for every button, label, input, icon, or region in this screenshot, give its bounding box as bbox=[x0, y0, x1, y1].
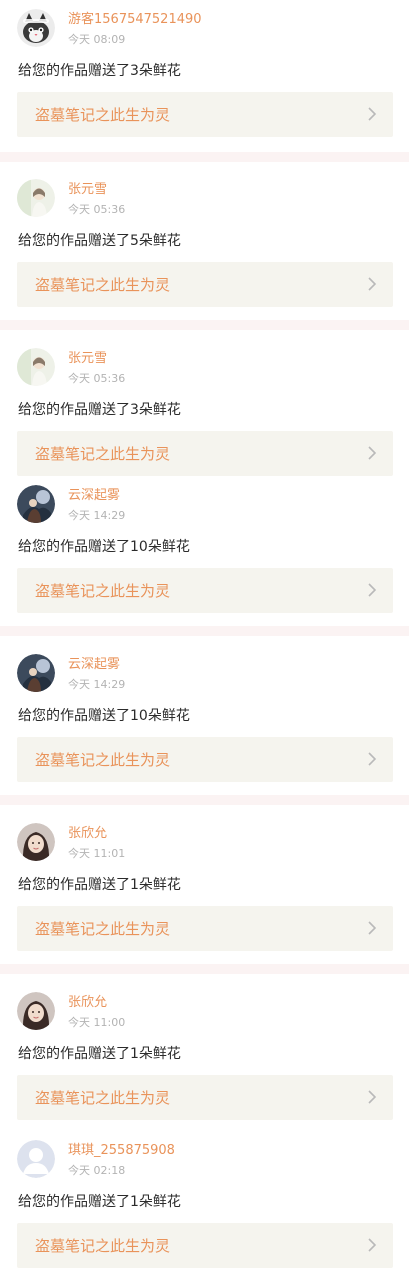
work-link-button[interactable]: 盗墓笔记之此生为灵 bbox=[17, 262, 393, 307]
username[interactable]: 云深起雾 bbox=[68, 488, 120, 504]
notification-item: 琪琪_255875908 今天 02:18 给您的作品赠送了1朵鲜花 盗墓笔记之… bbox=[0, 1131, 409, 1280]
work-link-button[interactable]: 盗墓笔记之此生为灵 bbox=[17, 568, 393, 613]
timestamp: 今天 02:18 bbox=[68, 1164, 126, 1177]
notification-item: 张元雪 今天 05:36 给您的作品赠送了5朵鲜花 盗墓笔记之此生为灵 bbox=[0, 170, 409, 320]
chevron-right-icon bbox=[367, 276, 377, 292]
work-title: 盗墓笔记之此生为灵 bbox=[35, 1089, 171, 1107]
username[interactable]: 张元雪 bbox=[68, 351, 107, 367]
gift-message: 给您的作品赠送了5朵鲜花 bbox=[18, 233, 181, 249]
gift-message: 给您的作品赠送了1朵鲜花 bbox=[18, 1046, 181, 1062]
notification-item: 张元雪 今天 05:36 给您的作品赠送了3朵鲜花 盗墓笔记之此生为灵 bbox=[0, 339, 409, 477]
notification-item: 张欣允 今天 11:00 给您的作品赠送了1朵鲜花 盗墓笔记之此生为灵 bbox=[0, 983, 409, 1123]
work-title: 盗墓笔记之此生为灵 bbox=[35, 920, 171, 938]
notification-item: 云深起雾 今天 14:29 给您的作品赠送了10朵鲜花 盗墓笔记之此生为灵 bbox=[0, 645, 409, 795]
work-link-button[interactable]: 盗墓笔记之此生为灵 bbox=[17, 92, 393, 137]
user-avatar-illustration[interactable] bbox=[17, 485, 55, 523]
username[interactable]: 云深起雾 bbox=[68, 657, 120, 673]
username[interactable]: 游客1567547521490 bbox=[68, 12, 202, 28]
work-link-button[interactable]: 盗墓笔记之此生为灵 bbox=[17, 1223, 393, 1268]
chevron-right-icon bbox=[367, 582, 377, 598]
work-title: 盗墓笔记之此生为灵 bbox=[35, 582, 171, 600]
chevron-right-icon bbox=[367, 920, 377, 936]
timestamp: 今天 11:01 bbox=[68, 847, 126, 860]
section-divider bbox=[0, 964, 409, 974]
user-avatar-girl[interactable] bbox=[17, 992, 55, 1030]
username[interactable]: 张欣允 bbox=[68, 826, 107, 842]
work-title: 盗墓笔记之此生为灵 bbox=[35, 445, 171, 463]
chevron-right-icon bbox=[367, 1237, 377, 1253]
gift-message: 给您的作品赠送了3朵鲜花 bbox=[18, 63, 181, 79]
section-divider bbox=[0, 320, 409, 330]
timestamp: 今天 14:29 bbox=[68, 678, 126, 691]
username[interactable]: 琪琪_255875908 bbox=[68, 1143, 175, 1159]
user-avatar-illustration[interactable] bbox=[17, 654, 55, 692]
gift-message: 给您的作品赠送了1朵鲜花 bbox=[18, 877, 181, 893]
user-avatar-cat[interactable] bbox=[17, 9, 55, 47]
gift-notification-feed: 游客1567547521490 今天 08:09 给您的作品赠送了3朵鲜花 盗墓… bbox=[0, 0, 409, 1280]
timestamp: 今天 05:36 bbox=[68, 203, 126, 216]
work-title: 盗墓笔记之此生为灵 bbox=[35, 751, 171, 769]
gift-message: 给您的作品赠送了10朵鲜花 bbox=[18, 708, 190, 724]
notification-item: 游客1567547521490 今天 08:09 给您的作品赠送了3朵鲜花 盗墓… bbox=[0, 0, 409, 152]
username[interactable]: 张欣允 bbox=[68, 995, 107, 1011]
timestamp: 今天 11:00 bbox=[68, 1016, 126, 1029]
default-user-icon[interactable] bbox=[17, 1140, 55, 1178]
chevron-right-icon bbox=[367, 106, 377, 122]
work-title: 盗墓笔记之此生为灵 bbox=[35, 106, 171, 124]
username[interactable]: 张元雪 bbox=[68, 182, 107, 198]
user-avatar-portrait[interactable] bbox=[17, 179, 55, 217]
work-link-button[interactable]: 盗墓笔记之此生为灵 bbox=[17, 737, 393, 782]
work-title: 盗墓笔记之此生为灵 bbox=[35, 276, 171, 294]
chevron-right-icon bbox=[367, 1089, 377, 1105]
section-divider bbox=[0, 795, 409, 805]
chevron-right-icon bbox=[367, 751, 377, 767]
gift-message: 给您的作品赠送了3朵鲜花 bbox=[18, 402, 181, 418]
gift-message: 给您的作品赠送了1朵鲜花 bbox=[18, 1194, 181, 1210]
work-link-button[interactable]: 盗墓笔记之此生为灵 bbox=[17, 1075, 393, 1120]
timestamp: 今天 14:29 bbox=[68, 509, 126, 522]
user-avatar-girl[interactable] bbox=[17, 823, 55, 861]
work-title: 盗墓笔记之此生为灵 bbox=[35, 1237, 171, 1255]
timestamp: 今天 08:09 bbox=[68, 33, 126, 46]
work-link-button[interactable]: 盗墓笔记之此生为灵 bbox=[17, 906, 393, 951]
user-avatar-portrait[interactable] bbox=[17, 348, 55, 386]
section-divider bbox=[0, 152, 409, 162]
chevron-right-icon bbox=[367, 445, 377, 461]
work-link-button[interactable]: 盗墓笔记之此生为灵 bbox=[17, 431, 393, 476]
timestamp: 今天 05:36 bbox=[68, 372, 126, 385]
section-divider bbox=[0, 626, 409, 636]
notification-item: 张欣允 今天 11:01 给您的作品赠送了1朵鲜花 盗墓笔记之此生为灵 bbox=[0, 814, 409, 964]
notification-item: 云深起雾 今天 14:29 给您的作品赠送了10朵鲜花 盗墓笔记之此生为灵 bbox=[0, 476, 409, 626]
gift-message: 给您的作品赠送了10朵鲜花 bbox=[18, 539, 190, 555]
